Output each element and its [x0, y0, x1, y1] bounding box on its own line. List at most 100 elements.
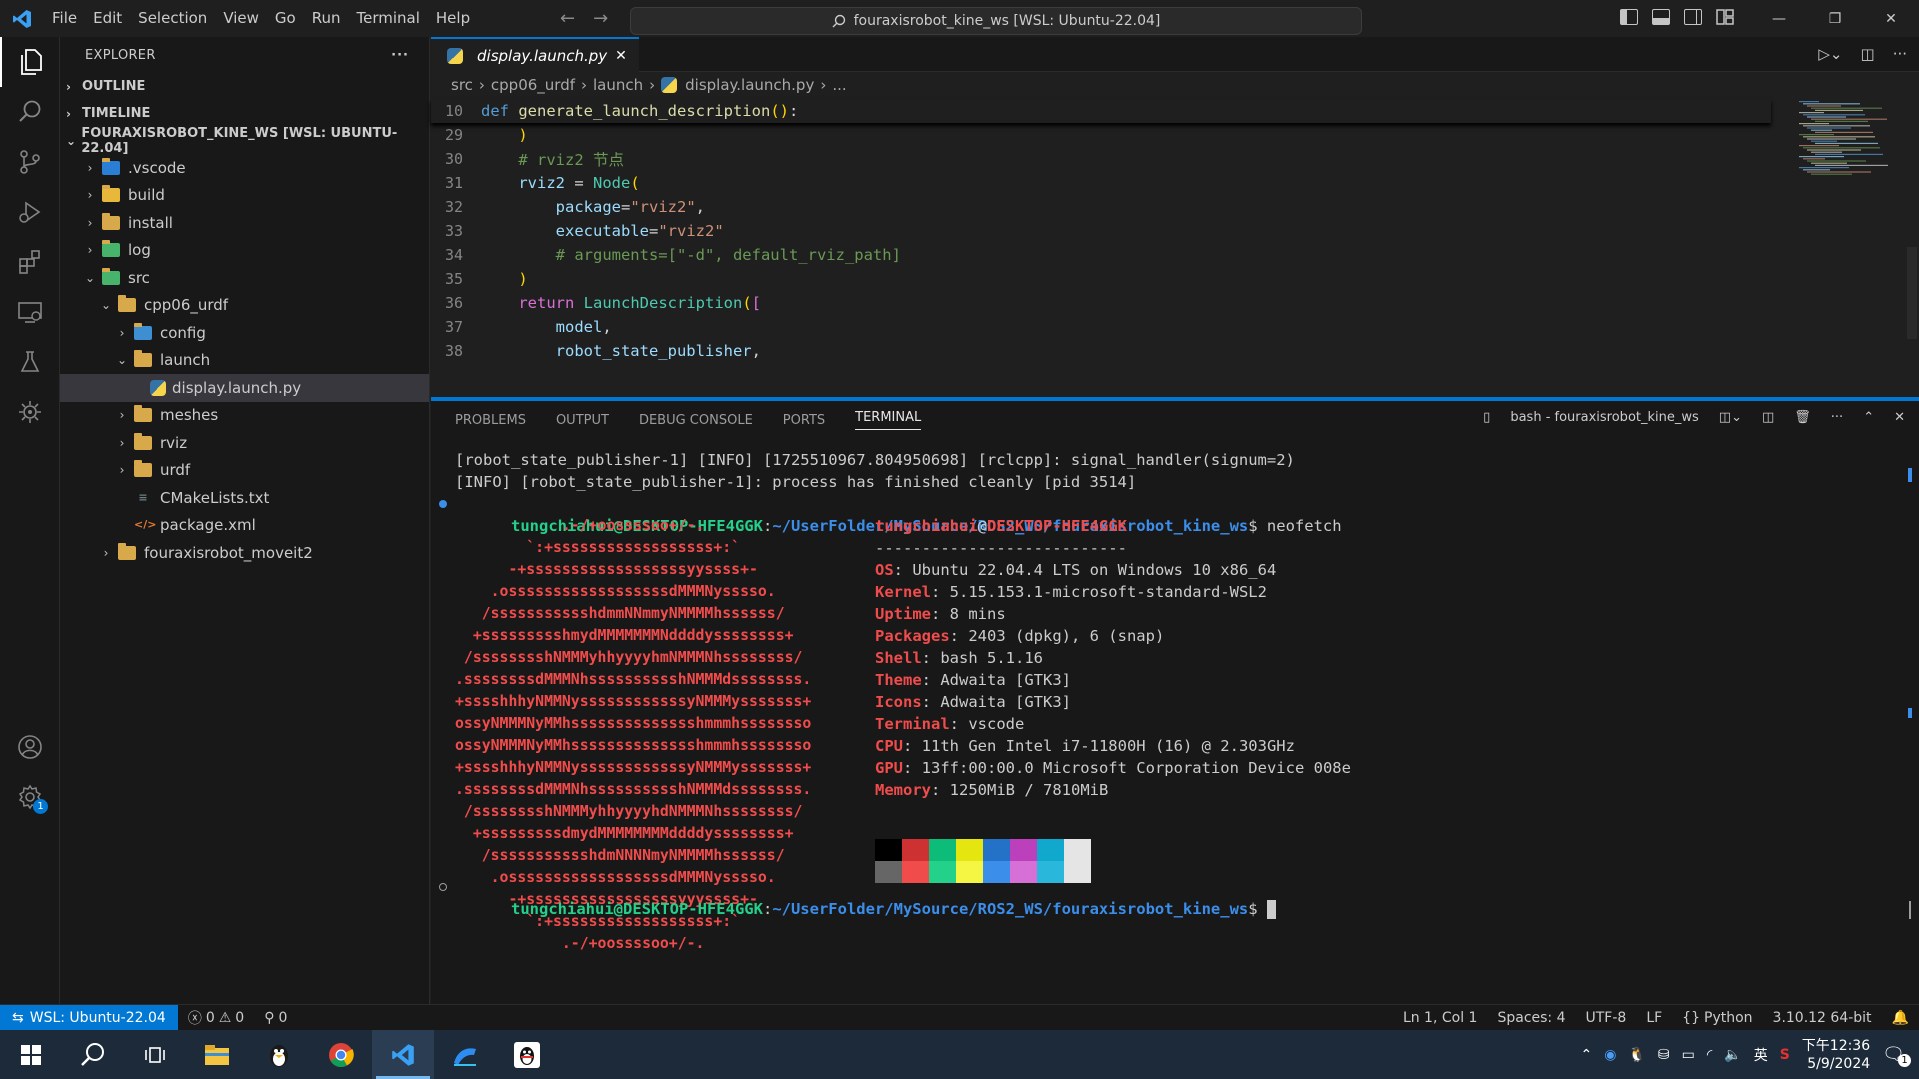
tree-item-install[interactable]: › install — [60, 209, 429, 237]
maximize-panel-icon[interactable]: ⌃ — [1863, 410, 1874, 425]
back-arrow-icon[interactable]: ← — [560, 8, 575, 29]
panel-tab-ports[interactable]: PORTS — [783, 413, 825, 428]
menu-run[interactable]: Run — [304, 0, 349, 37]
file-explorer-icon[interactable] — [186, 1030, 248, 1079]
tree-item-log[interactable]: › log — [60, 237, 429, 265]
split-terminal-icon[interactable]: ◫ — [1762, 410, 1774, 425]
menu-go[interactable]: Go — [267, 0, 304, 37]
encoding[interactable]: UTF-8 — [1576, 1010, 1637, 1026]
testing-icon[interactable] — [0, 337, 60, 387]
tree-item-src[interactable]: ⌄ src — [60, 264, 429, 292]
menu-view[interactable]: View — [215, 0, 267, 37]
tree-item--vscode[interactable]: › .vscode — [60, 154, 429, 182]
network-adapter-icon[interactable]: ⛁ — [1658, 1047, 1670, 1063]
qq-tray-icon[interactable]: 🐧 — [1628, 1047, 1645, 1063]
chrome-icon[interactable] — [310, 1030, 372, 1079]
toggle-secondary-sidebar-icon[interactable] — [1684, 9, 1702, 25]
ports-indicator[interactable]: ⚲ 0 — [254, 1010, 297, 1026]
remote-explorer-icon[interactable] — [0, 287, 60, 337]
python-interpreter[interactable]: 3.10.12 64-bit — [1763, 1010, 1882, 1026]
breadcrumb-item[interactable]: display.launch.py — [685, 76, 814, 94]
command-center-search[interactable]: fouraxisrobot_kine_ws [WSL: Ubuntu-22.04… — [630, 7, 1362, 35]
tree-item-rviz[interactable]: › rviz — [60, 429, 429, 457]
new-terminal-dropdown-icon[interactable]: ◫⌄ — [1719, 410, 1742, 425]
language-mode[interactable]: {} Python — [1672, 1010, 1762, 1026]
tree-item-cmakelists-txt[interactable]: ≡ CMakeLists.txt — [60, 484, 429, 512]
tree-item-build[interactable]: › build — [60, 182, 429, 210]
wifi-icon[interactable]: ◜ — [1707, 1047, 1712, 1063]
split-editor-icon[interactable]: ◫ — [1861, 45, 1875, 63]
breadcrumb-item[interactable]: launch — [593, 76, 643, 94]
tree-item-meshes[interactable]: › meshes — [60, 402, 429, 430]
explorer-icon[interactable] — [0, 37, 60, 87]
terminal-scrollbar[interactable] — [1905, 443, 1919, 1008]
menu-file[interactable]: File — [44, 0, 85, 37]
feishu-icon[interactable]: ◉ — [1604, 1047, 1616, 1063]
run-debug-icon[interactable] — [0, 187, 60, 237]
manage-gear-icon[interactable]: 1 — [0, 772, 60, 822]
vscode-icon[interactable] — [372, 1030, 434, 1079]
more-actions-icon[interactable]: ··· — [1893, 45, 1907, 63]
terminal-instance-name[interactable]: bash - fouraxisrobot_kine_ws — [1510, 410, 1698, 425]
menu-edit[interactable]: Edit — [85, 0, 130, 37]
toggle-panel-icon[interactable] — [1652, 9, 1670, 25]
tree-item-fouraxisrobot-moveit2[interactable]: › fouraxisrobot_moveit2 — [60, 539, 429, 567]
customize-layout-icon[interactable] — [1716, 9, 1734, 25]
accounts-icon[interactable] — [0, 722, 60, 772]
panel-tab-output[interactable]: OUTPUT — [556, 413, 609, 428]
tree-item-cpp06-urdf[interactable]: ⌄ cpp06_urdf — [60, 292, 429, 320]
toggle-primary-sidebar-icon[interactable] — [1620, 9, 1638, 25]
source-control-icon[interactable] — [0, 137, 60, 187]
breadcrumb-item[interactable]: src — [451, 76, 473, 94]
windows-start-icon[interactable] — [0, 1030, 62, 1079]
tree-item-launch[interactable]: ⌄ launch — [60, 347, 429, 375]
editor-scrollbar[interactable] — [1905, 99, 1919, 399]
sticky-scroll-line[interactable]: 10 def generate_launch_description(): — [431, 99, 1771, 123]
command-decoration-empty-icon[interactable] — [439, 883, 447, 891]
minimize-button[interactable]: — — [1751, 0, 1807, 37]
tree-item-config[interactable]: › config — [60, 319, 429, 347]
panel-tab-problems[interactable]: PROBLEMS — [455, 413, 526, 428]
breadcrumb-item[interactable]: cpp06_urdf — [491, 76, 575, 94]
terminal[interactable]: [robot_state_publisher-1] [INFO] [172551… — [439, 449, 1885, 1009]
indentation[interactable]: Spaces: 4 — [1487, 1010, 1575, 1026]
search-icon[interactable] — [0, 87, 60, 137]
remote-indicator[interactable]: ⇆ WSL: Ubuntu-22.04 — [0, 1004, 178, 1031]
panel-tab-terminal[interactable]: TERMINAL — [855, 410, 922, 430]
problems-indicator[interactable]: ⓧ 0 ⚠ 0 — [178, 1008, 254, 1028]
sogou-ime-icon[interactable]: S — [1780, 1047, 1790, 1063]
task-view-icon[interactable] — [124, 1030, 186, 1079]
qq-icon[interactable] — [496, 1030, 558, 1079]
explorer-more-actions[interactable]: ··· — [391, 48, 409, 63]
close-panel-icon[interactable]: ✕ — [1894, 410, 1905, 425]
input-method-indicator[interactable]: 英 — [1754, 1045, 1768, 1065]
battery-icon[interactable]: ▭ — [1682, 1047, 1695, 1063]
panel-more-icon[interactable]: ··· — [1831, 410, 1843, 425]
code-editor[interactable]: 28 executable="joint_state_publisher_gui… — [431, 99, 1771, 395]
extensions-icon[interactable] — [0, 237, 60, 287]
forward-arrow-icon[interactable]: → — [593, 8, 608, 29]
tree-item-package-xml[interactable]: </> package.xml — [60, 512, 429, 540]
wsl-terminal-icon[interactable] — [434, 1030, 496, 1079]
menu-selection[interactable]: Selection — [130, 0, 215, 37]
search-icon[interactable] — [62, 1030, 124, 1079]
tab-display-launch-py[interactable]: display.launch.py ✕ — [431, 37, 639, 72]
tree-item-urdf[interactable]: › urdf — [60, 457, 429, 485]
qq-penguin-icon[interactable] — [248, 1030, 310, 1079]
cursor-position[interactable]: Ln 1, Col 1 — [1393, 1010, 1488, 1026]
menu-help[interactable]: Help — [428, 0, 478, 37]
notifications-bell-icon[interactable]: 🔔 — [1882, 1010, 1919, 1026]
close-tab-icon[interactable]: ✕ — [615, 48, 627, 64]
close-window-button[interactable]: ✕ — [1863, 0, 1919, 37]
clock[interactable]: 下午12:36 5/9/2024 — [1802, 1037, 1870, 1073]
restore-button[interactable]: ❐ — [1807, 0, 1863, 37]
breadcrumb-item[interactable]: ... — [832, 76, 846, 94]
workspace-section[interactable]: ⌄ FOURAXISROBOT_KINE_WS [WSL: UBUNTU-22.0… — [60, 126, 429, 156]
tree-item-display-launch-py[interactable]: display.launch.py — [60, 374, 429, 402]
minimap[interactable] — [1795, 99, 1905, 199]
panel-tab-debug-console[interactable]: DEBUG CONSOLE — [639, 413, 753, 428]
command-decoration-icon[interactable] — [439, 500, 447, 508]
show-hidden-icons-icon[interactable]: ⌃ — [1580, 1047, 1592, 1063]
kill-terminal-icon[interactable]: 🗑 — [1794, 410, 1811, 425]
volume-icon[interactable]: 🔈 — [1724, 1047, 1741, 1063]
